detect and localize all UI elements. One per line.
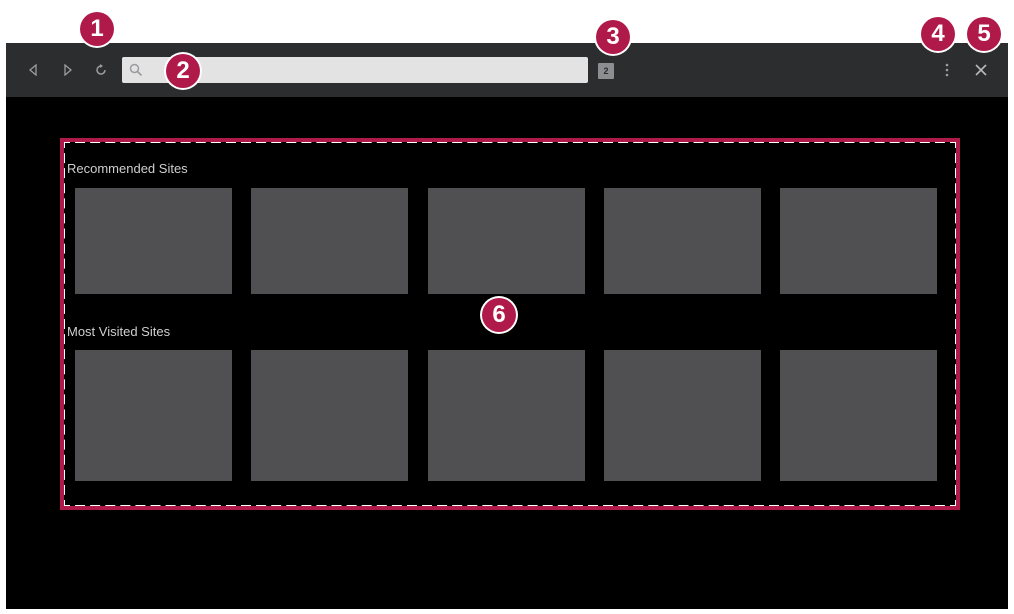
callout-badge-2: 2 — [166, 54, 200, 88]
callout-badge-1: 1 — [80, 12, 114, 46]
most-visited-site-tile[interactable] — [780, 350, 937, 481]
tab-count-button[interactable]: 2 — [598, 63, 614, 79]
refresh-icon — [96, 64, 106, 75]
menu-button[interactable] — [935, 58, 959, 82]
most-visited-site-tile[interactable] — [75, 350, 232, 481]
refresh-button[interactable] — [89, 58, 113, 82]
back-icon — [28, 64, 37, 76]
url-input[interactable] — [148, 60, 582, 82]
recommended-site-tile[interactable] — [75, 188, 232, 294]
callout-badge-6: 6 — [482, 298, 516, 332]
close-icon — [975, 64, 987, 76]
most-visited-sites-title: Most Visited Sites — [67, 324, 171, 339]
callout-badge-4: 4 — [921, 17, 955, 51]
recommended-sites-title: Recommended Sites — [67, 161, 188, 176]
most-visited-site-tile[interactable] — [428, 350, 585, 481]
back-button[interactable] — [21, 58, 45, 82]
recommended-site-tile[interactable] — [428, 188, 585, 294]
forward-icon — [64, 64, 73, 76]
recommended-site-tile[interactable] — [780, 188, 937, 294]
browser-toolbar: 2 — [6, 43, 1008, 97]
most-visited-site-tile[interactable] — [604, 350, 761, 481]
more-vertical-icon — [945, 63, 949, 77]
recommended-site-tile[interactable] — [604, 188, 761, 294]
close-button[interactable] — [969, 58, 993, 82]
most-visited-site-tile[interactable] — [251, 350, 408, 481]
search-icon — [129, 63, 143, 77]
callout-badge-3: 3 — [596, 20, 630, 54]
forward-button[interactable] — [56, 58, 80, 82]
recommended-site-tile[interactable] — [251, 188, 408, 294]
callout-badge-5: 5 — [967, 17, 1001, 51]
